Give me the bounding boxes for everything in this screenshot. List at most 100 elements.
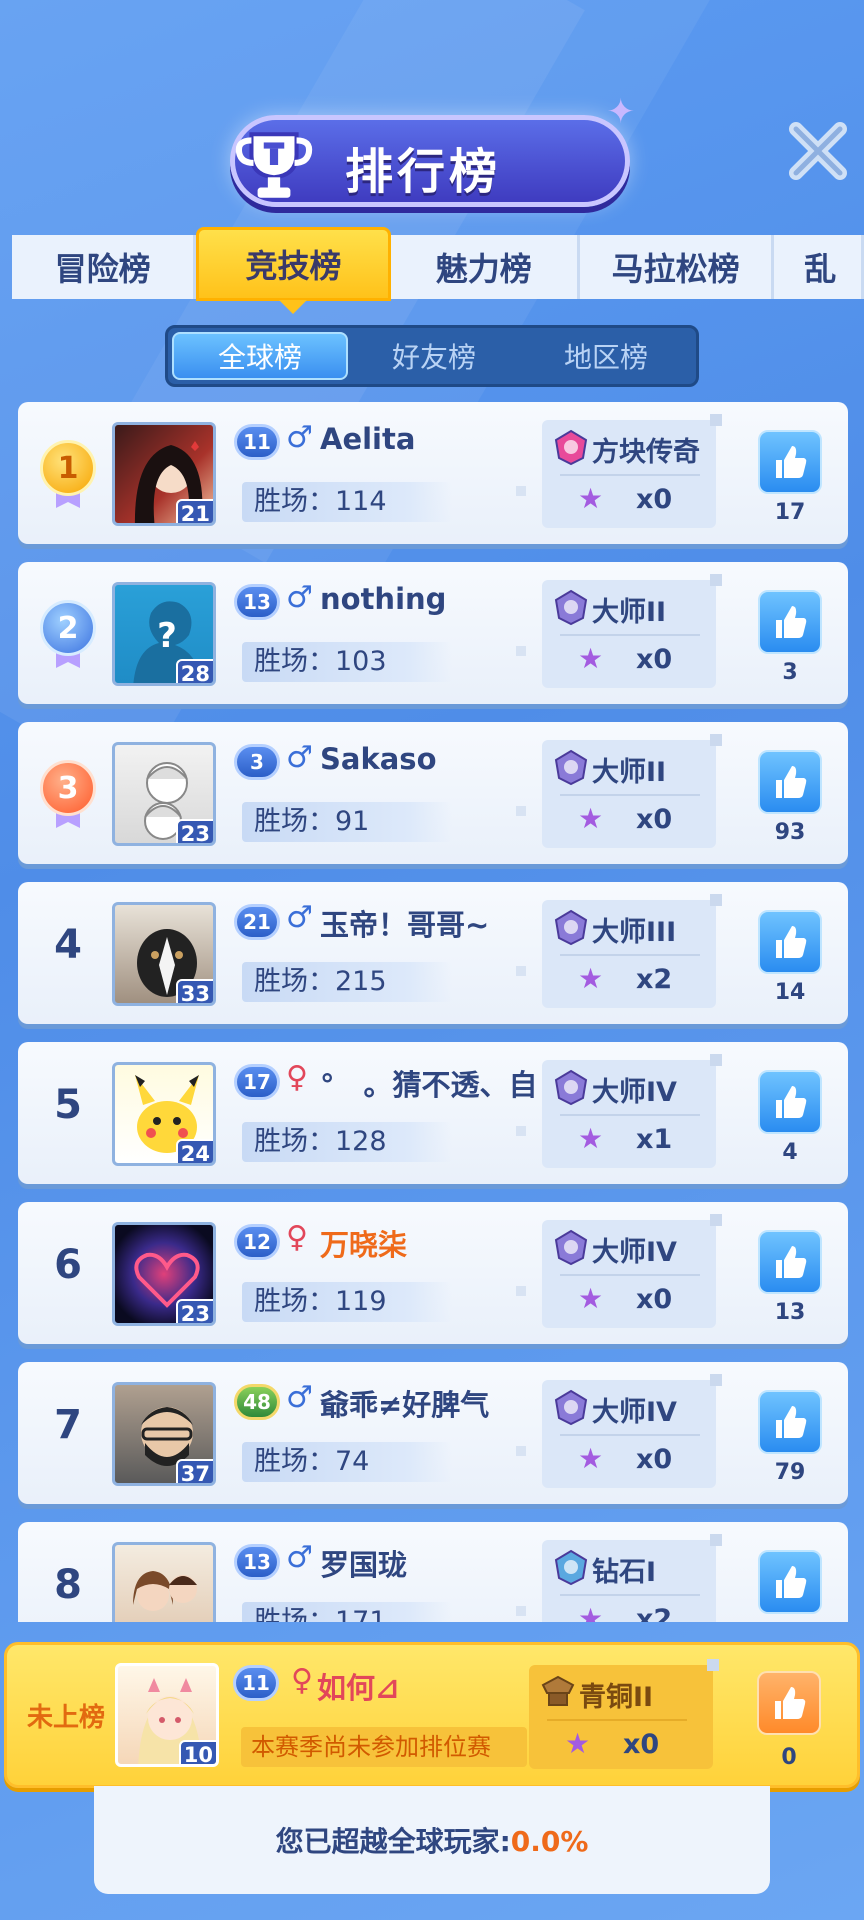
gender-male-icon: ♂ [286, 580, 313, 615]
like-button[interactable] [758, 430, 822, 494]
avatar[interactable]: 21 [112, 422, 216, 526]
segment-badge: 13 [234, 584, 280, 620]
my-rank-row: 未上榜 10 11 ♀ 如何⊿ 本赛季尚未参加排位赛 青铜II ★ x0 0 [4, 1642, 860, 1788]
avatar[interactable]: 23 [112, 742, 216, 846]
ranking-row[interactable]: 6 23 12 ♀ 万晓柒 胜场：119 大师IV ★ x0 13 [18, 1202, 848, 1344]
thumbs-up-icon [776, 1086, 807, 1118]
thumbs-up-icon [776, 1566, 807, 1598]
bronze-tier-icon [541, 1675, 575, 1706]
ranking-row[interactable]: 1 21 11 ♂ Aelita 胜场：114 方块传奇 ★ x0 17 [18, 402, 848, 544]
like-button[interactable] [758, 1070, 822, 1134]
star-icon: ★ [578, 962, 604, 995]
ranking-row[interactable]: 5 24 17 ♀ ° 。猜不透、自 胜场：128 大师IV ★ x1 4 [18, 1042, 848, 1184]
tier-icon [554, 1549, 588, 1586]
star-decoration-icon: ✦ [606, 92, 636, 132]
avatar[interactable]: 10 [115, 1663, 219, 1767]
avatar[interactable]: 23 [112, 1222, 216, 1326]
star-count: x0 [636, 804, 673, 835]
ranking-list[interactable]: 1 21 11 ♂ Aelita 胜场：114 方块传奇 ★ x0 17 2? 28 13 ♂ nothin… [18, 402, 848, 1622]
ranking-row[interactable]: 4 33 21 ♂ 玉帝！哥哥~ 胜场：215 大师III ★ x2 14 [18, 882, 848, 1024]
season-note: 本赛季尚未参加排位赛 [241, 1727, 527, 1767]
tier-icon [554, 1389, 588, 1426]
level-badge: 24 [175, 1139, 213, 1163]
star-count: x0 [623, 1729, 660, 1760]
thumbs-up-icon [776, 606, 807, 638]
tier-name: 大师III [592, 917, 677, 948]
rank-number: 4 [54, 922, 82, 968]
avatar[interactable]: 24 [112, 1062, 216, 1166]
star-icon: ★ [578, 1122, 604, 1155]
my-rank-label: 未上榜 [27, 1703, 106, 1733]
player-name: nothing [320, 582, 447, 616]
gender-male-icon: ♂ [286, 900, 313, 935]
tier-box: 大师III ★ x2 [542, 894, 722, 1008]
tier-box: 大师II ★ x0 [542, 574, 722, 688]
page-title: 排行榜 [345, 144, 502, 200]
title-banner: 排行榜 ✦ [230, 92, 635, 207]
avatar[interactable]: 37 [112, 1382, 216, 1486]
tab-adventure[interactable]: 冒险榜 [12, 235, 197, 299]
like-button[interactable] [758, 750, 822, 814]
rank-number: 7 [54, 1402, 82, 1448]
like-button[interactable] [758, 1550, 822, 1614]
surpass-text: 您已超越全球玩家: [275, 1825, 511, 1858]
avatar[interactable] [112, 1542, 216, 1622]
svg-text:?: ? [157, 616, 177, 656]
star-count: x0 [636, 1444, 673, 1475]
avatar[interactable]: ? 28 [112, 582, 216, 686]
segment-badge: 13 [234, 1544, 280, 1580]
avatar[interactable]: 33 [112, 902, 216, 1006]
segment-badge: 17 [234, 1064, 280, 1100]
like-button[interactable] [758, 1230, 822, 1294]
wins-count: 胜场：171 [242, 1602, 452, 1622]
star-count: x0 [636, 644, 673, 675]
rank-medal-icon: 3 [40, 760, 96, 816]
subtab-region[interactable]: 地区榜 [520, 332, 692, 380]
like-button[interactable] [758, 910, 822, 974]
like-button[interactable] [757, 1671, 821, 1735]
subtab-global[interactable]: 全球榜 [172, 332, 348, 380]
like-button[interactable] [758, 1390, 822, 1454]
tab-marathon[interactable]: 马拉松榜 [579, 235, 775, 299]
level-badge: 28 [175, 659, 213, 683]
ranking-row[interactable]: 2? 28 13 ♂ nothing 胜场：103 大师II ★ x0 3 [18, 562, 848, 704]
gender-female-icon: ♀ [286, 1220, 308, 1255]
star-count: x2 [636, 1604, 673, 1622]
rank-number: 5 [54, 1082, 82, 1128]
tab-chaos[interactable]: 乱 [774, 235, 864, 299]
subtab-friends[interactable]: 好友榜 [348, 332, 520, 380]
tier-icon [554, 909, 588, 946]
wins-count: 胜场：215 [242, 962, 452, 1002]
segment-badge: 3 [234, 744, 280, 780]
tab-charm[interactable]: 魅力榜 [390, 235, 580, 299]
tab-competitive[interactable]: 竞技榜 [196, 227, 391, 314]
like-button[interactable] [758, 590, 822, 654]
like-count: 79 [774, 1460, 806, 1485]
tier-name: 大师IV [592, 1237, 677, 1268]
tier-box: 大师IV ★ x0 [542, 1374, 722, 1488]
star-icon: ★ [578, 482, 604, 515]
ranking-row[interactable]: 8 13♂罗国珑胜场：171 钻石I ★ x2 9 [18, 1522, 848, 1622]
close-icon[interactable] [782, 115, 854, 187]
thumbs-up-icon [776, 926, 807, 958]
tier-icon [554, 1069, 588, 1106]
tier-box: 钻石I ★ x2 [542, 1534, 722, 1622]
level-badge: 23 [175, 819, 213, 843]
tier-box: 大师IV ★ x0 [542, 1214, 722, 1328]
gender-female-icon: ♀ [286, 1060, 308, 1095]
star-count: x1 [636, 1124, 673, 1155]
tier-box: 青铜II ★ x0 [529, 1659, 719, 1769]
wins-count: 胜场：128 [242, 1122, 452, 1162]
ranking-row[interactable]: 3 23 3 ♂ Sakaso 胜场：91 大师II ★ x0 93 [18, 722, 848, 864]
wins-count: 胜场：119 [242, 1282, 452, 1322]
thumbs-up-icon [776, 1406, 807, 1438]
like-count: 3 [782, 660, 798, 685]
star-icon: ★ [578, 802, 604, 835]
tier-name: 钻石I [592, 1557, 657, 1588]
star-count: x0 [636, 484, 673, 515]
tier-box: 大师II ★ x0 [542, 734, 722, 848]
ranking-row[interactable]: 7 37 48 ♂ 爺乖≠好脾气 胜场：74 大师IV ★ x0 79 [18, 1362, 848, 1504]
star-icon: ★ [578, 642, 604, 675]
tier-icon [554, 589, 588, 626]
player-name: 罗国珑 [320, 1548, 408, 1582]
